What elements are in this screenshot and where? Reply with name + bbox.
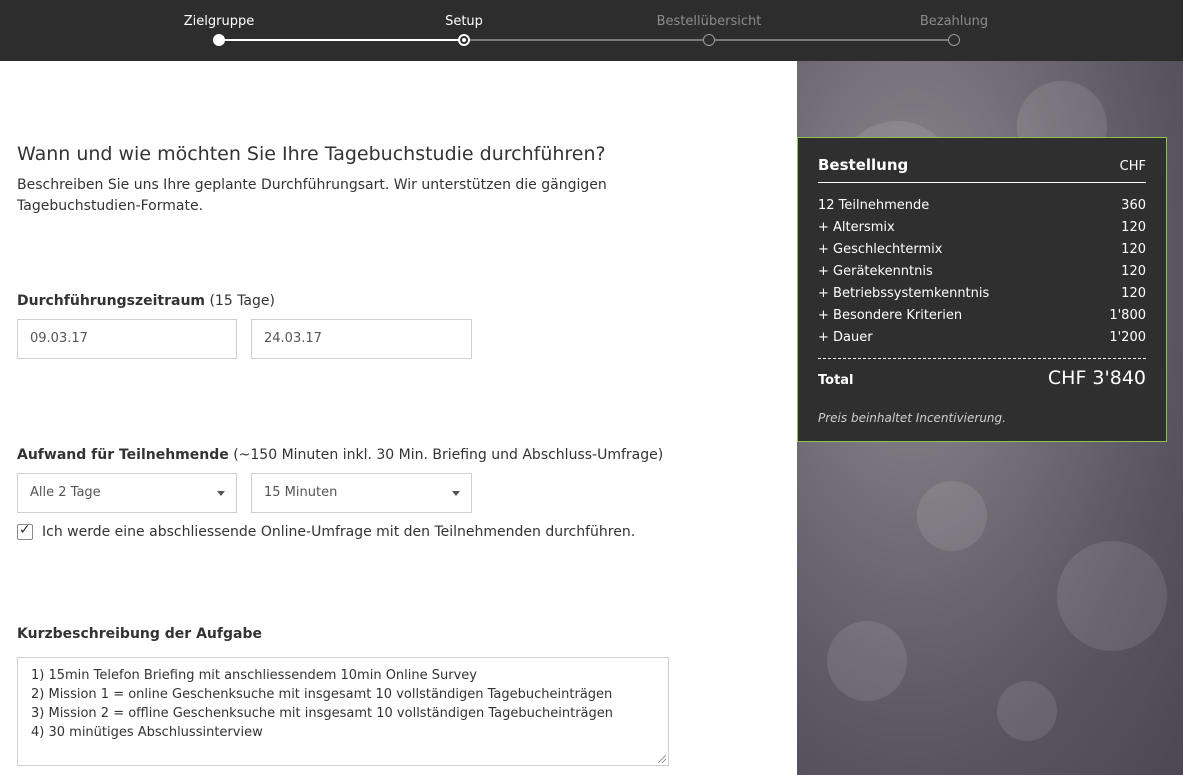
order-item: + Altersmix 120	[818, 217, 1146, 239]
order-summary: Bestellung CHF 12 Teilnehmende 360 + Alt…	[797, 137, 1167, 442]
task-description-textarea[interactable]: 1) 15min Telefon Briefing mit anschliess…	[17, 657, 669, 766]
task-label: Kurzbeschreibung der Aufgabe	[17, 626, 262, 642]
step-zielgruppe[interactable]: Zielgruppe	[139, 0, 299, 46]
effort-label: Aufwand für Teilnehmende (~150 Minuten i…	[17, 447, 663, 463]
order-item: + Betriebssystemkenntnis 120	[818, 283, 1146, 305]
task-line: 4) 30 minütiges Abschlussinterview	[31, 725, 263, 740]
step-setup[interactable]: Setup	[384, 0, 544, 46]
order-total: Total CHF 3'840	[818, 367, 1146, 389]
order-item-label: + Dauer	[818, 330, 873, 345]
task-label-text: Kurzbeschreibung der Aufgabe	[17, 626, 262, 642]
order-item-value: 1'800	[1109, 308, 1146, 323]
effort-label-text: Aufwand für Teilnehmende	[17, 447, 229, 463]
order-item: + Geschlechtermix 120	[818, 239, 1146, 261]
page-description: Beschreiben Sie uns Ihre geplante Durchf…	[17, 177, 607, 214]
order-divider	[818, 358, 1146, 359]
order-item-value: 120	[1121, 242, 1146, 257]
progress-stepper: Zielgruppe Setup Bestellübersicht Bezahl…	[0, 0, 1183, 61]
order-note: Preis beinhaltet Incentivierung.	[818, 411, 1006, 425]
order-item-label: + Altersmix	[818, 220, 895, 235]
page-title: Wann und wie möchten Sie Ihre Tagebuchst…	[17, 143, 606, 165]
order-item-label: + Geschlechtermix	[818, 242, 943, 257]
period-label-extra: (15 Tage)	[209, 293, 275, 309]
order-header: Bestellung CHF	[818, 156, 1146, 183]
order-item-value: 1'200	[1109, 330, 1146, 345]
caret-down-icon	[452, 491, 460, 496]
step-dot-icon	[213, 34, 225, 46]
order-item-label: 12 Teilnehmende	[818, 198, 930, 213]
task-line: 2) Mission 1 = online Geschenksuche mit …	[31, 687, 613, 702]
resize-handle-icon[interactable]	[658, 755, 666, 763]
period-label: Durchführungszeitraum (15 Tage)	[17, 293, 275, 309]
effort-label-extra: (~150 Minuten inkl. 30 Min. Briefing und…	[233, 447, 664, 463]
order-title: Bestellung	[818, 156, 909, 174]
order-item-value: 360	[1121, 198, 1146, 213]
step-dot-icon	[703, 34, 715, 46]
order-item-label: + Besondere Kriterien	[818, 308, 963, 323]
order-item-value: 120	[1121, 220, 1146, 235]
order-item-label: + Betriebssystemkenntnis	[818, 286, 990, 301]
order-total-value: CHF 3'840	[1047, 367, 1146, 389]
step-label: Setup	[445, 14, 483, 29]
duration-select[interactable]: 15 Minuten	[251, 473, 472, 513]
step-dot-icon	[458, 34, 470, 46]
order-currency: CHF	[1119, 159, 1146, 174]
order-item-value: 120	[1121, 286, 1146, 301]
frequency-select[interactable]: Alle 2 Tage	[17, 473, 237, 513]
survey-checkbox[interactable]: ✓	[17, 522, 33, 540]
step-bestelluebersicht[interactable]: Bestellübersicht	[629, 0, 789, 46]
start-date-input[interactable]: 09.03.17	[17, 319, 237, 359]
order-item: + Gerätekenntnis 120	[818, 261, 1146, 283]
order-item-label: + Gerätekenntnis	[818, 264, 933, 279]
order-items: 12 Teilnehmende 360 + Altersmix 120 + Ge…	[818, 195, 1146, 349]
task-line: 3) Mission 2 = offline Geschenksuche mit…	[31, 706, 613, 721]
survey-checkbox-label[interactable]: Ich werde eine abschliessende Online-Umf…	[42, 524, 635, 540]
step-dot-icon	[948, 34, 960, 46]
task-line: 1) 15min Telefon Briefing mit anschliess…	[31, 668, 477, 683]
order-total-label: Total	[818, 373, 854, 388]
end-date-input[interactable]: 24.03.17	[251, 319, 472, 359]
step-bezahlung[interactable]: Bezahlung	[874, 0, 1034, 46]
caret-down-icon	[217, 491, 225, 496]
period-label-text: Durchführungszeitraum	[17, 293, 206, 309]
order-item-value: 120	[1121, 264, 1146, 279]
step-label: Zielgruppe	[183, 14, 255, 29]
order-item: + Besondere Kriterien 1'800	[818, 305, 1146, 327]
survey-checkbox-row: ✓ Ich werde eine abschliessende Online-U…	[17, 522, 635, 540]
checkmark-icon: ✓	[19, 522, 31, 538]
stepper-line-done	[219, 39, 464, 41]
duration-select-value: 15 Minuten	[264, 485, 338, 500]
frequency-select-value: Alle 2 Tage	[30, 485, 101, 500]
order-item: 12 Teilnehmende 360	[818, 195, 1146, 217]
order-item: + Dauer 1'200	[818, 327, 1146, 349]
step-label: Bezahlung	[919, 14, 989, 29]
step-label: Bestellübersicht	[656, 14, 762, 29]
